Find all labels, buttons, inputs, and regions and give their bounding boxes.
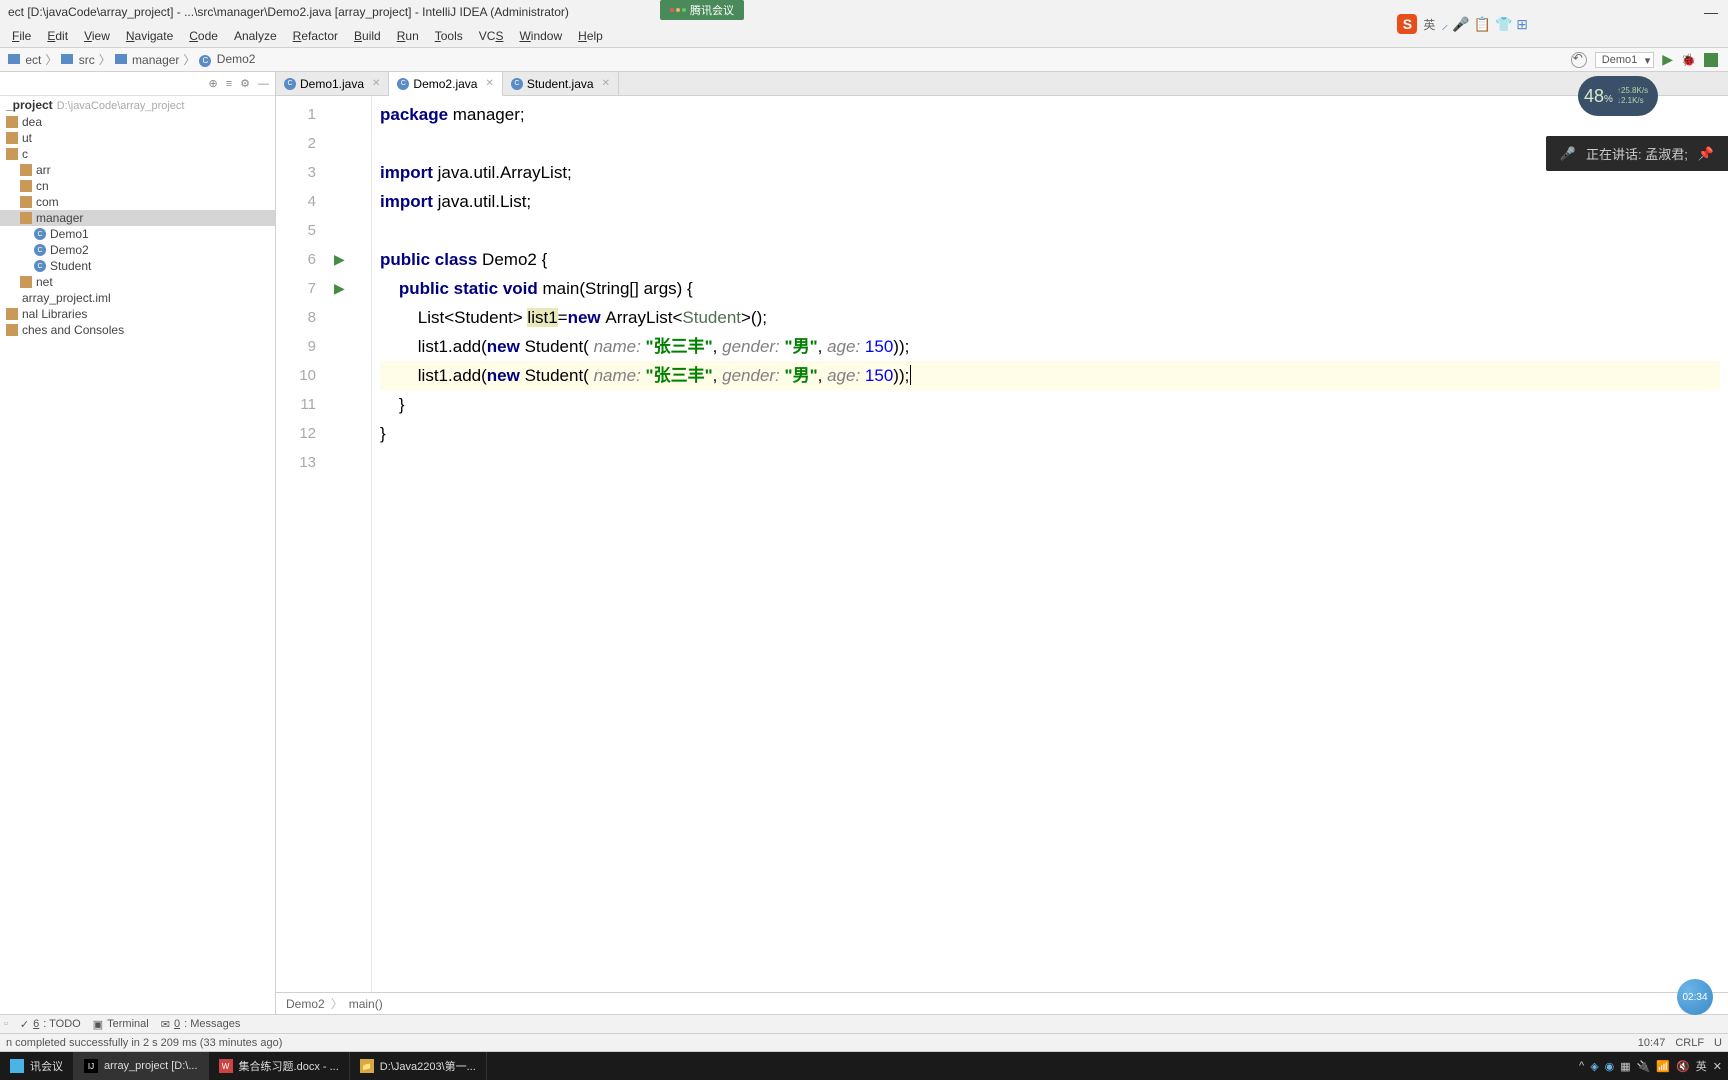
sogou-ime-bar[interactable]: S 英 ⸝ 🎤 📋 👕 ⊞ [1397, 14, 1528, 34]
nav-breadcrumbs[interactable]: ect〉 src〉 manager〉C Demo2 [6, 51, 257, 68]
editor-tab[interactable]: CStudent.java✕ [503, 72, 619, 95]
target-icon[interactable]: ⊕ [208, 77, 217, 90]
sidebar-toolbar: ⊕ ≡ ⚙ — [0, 72, 275, 96]
minimize-button[interactable]: — [1704, 4, 1718, 20]
menu-build[interactable]: Build [346, 27, 389, 45]
editor-area: CDemo1.java✕CDemo2.java✕CStudent.java✕ 1… [276, 72, 1728, 1014]
menu-help[interactable]: Help [570, 27, 611, 45]
tool-window-button[interactable]: ✓6: TODO [20, 1018, 81, 1031]
mic-icon: 🎤 [1560, 146, 1576, 162]
tree-item[interactable]: manager [0, 210, 275, 226]
tray-icon[interactable]: ▦ [1620, 1060, 1630, 1073]
editor-tabs: CDemo1.java✕CDemo2.java✕CStudent.java✕ [276, 72, 1728, 96]
tree-item[interactable]: arr [0, 162, 275, 178]
tree-item[interactable]: net [0, 274, 275, 290]
tree-item[interactable]: com [0, 194, 275, 210]
collapse-icon[interactable]: ≡ [226, 78, 232, 90]
menu-view[interactable]: View [76, 27, 118, 45]
tray-wifi-icon[interactable]: 📶 [1656, 1060, 1670, 1073]
tree-item[interactable]: nal Libraries [0, 306, 275, 322]
editor-breadcrumb[interactable]: Demo2〉main() [276, 992, 1728, 1014]
fold-gutter [356, 96, 372, 992]
tree-item[interactable]: c [0, 146, 275, 162]
menu-run[interactable]: Run [389, 27, 427, 45]
menu-refactor[interactable]: Refactor [285, 27, 346, 45]
run-config-select[interactable]: Demo1 [1595, 52, 1654, 68]
menu-edit[interactable]: Edit [39, 27, 76, 45]
status-message: n completed successfully in 2 s 209 ms (… [6, 1037, 282, 1049]
tree-item[interactable]: ut [0, 130, 275, 146]
taskbar-item[interactable]: 📁D:\Java2203\第一... [350, 1052, 487, 1080]
nav-crumb[interactable]: C Demo2 [199, 52, 255, 67]
cpu-monitor-overlay[interactable]: 48% ↑25.8K/s ↓2.1K/s [1578, 76, 1658, 116]
tool-window-button[interactable]: ▣Terminal [93, 1018, 149, 1031]
menu-vcs[interactable]: VCS [471, 27, 512, 45]
tree-item[interactable]: CDemo2 [0, 242, 275, 258]
tool-window-button[interactable]: ✉0: Messages [161, 1018, 241, 1031]
tray-icon[interactable]: ^ [1579, 1060, 1584, 1072]
editor-content[interactable]: 12345678910111213 ▶▶ package manager; im… [276, 96, 1728, 992]
main-area: ⊕ ≡ ⚙ — _project D:\javaCode\array_proje… [0, 72, 1728, 1014]
breadcrumb-item[interactable]: main() [349, 997, 383, 1011]
tree-item[interactable]: array_project.iml [0, 290, 275, 306]
tree-item[interactable]: dea [0, 114, 275, 130]
meeting-badge[interactable]: 腾讯会议 [660, 0, 744, 20]
nav-bar: ect〉 src〉 manager〉C Demo2 Demo1 ▶ 🐞 [0, 48, 1728, 72]
project-tree: deautcarrcncommanagerCDemo1CDemo2CStuden… [0, 114, 275, 338]
tray-volume-icon[interactable]: 🔇 [1676, 1060, 1690, 1073]
status-bar: n completed successfully in 2 s 209 ms (… [0, 1034, 1728, 1052]
taskbar-item[interactable]: 讯会议 [0, 1052, 74, 1080]
hide-icon[interactable]: — [258, 78, 269, 90]
time-bubble-overlay[interactable]: 02:34 [1677, 979, 1713, 1015]
speaking-overlay: 🎤 正在讲话: 孟淑君; 📌 [1546, 136, 1728, 171]
editor-tab[interactable]: CDemo2.java✕ [389, 72, 502, 96]
close-tab-icon[interactable]: ✕ [602, 78, 610, 89]
tray-icon[interactable]: 🔌 [1637, 1060, 1651, 1073]
project-sidebar: ⊕ ≡ ⚙ — _project D:\javaCode\array_proje… [0, 72, 276, 1014]
taskbar-item[interactable]: W集合练习题.docx - ... [209, 1052, 350, 1080]
tray-icon[interactable]: ◉ [1605, 1060, 1615, 1073]
project-root[interactable]: _project D:\javaCode\array_project [0, 96, 275, 114]
run-button[interactable]: ▶ [1662, 51, 1673, 68]
debug-button[interactable]: 🐞 [1681, 53, 1696, 67]
editor-tab[interactable]: CDemo1.java✕ [276, 72, 389, 95]
close-tab-icon[interactable]: ✕ [372, 78, 380, 89]
tree-item[interactable]: CStudent [0, 258, 275, 274]
tree-item[interactable]: CDemo1 [0, 226, 275, 242]
menu-navigate[interactable]: Navigate [118, 27, 181, 45]
tray-shield-icon[interactable]: ◈ [1590, 1060, 1598, 1073]
run-history-icon[interactable] [1571, 52, 1587, 68]
menu-window[interactable]: Window [511, 27, 570, 45]
system-tray[interactable]: ^ ◈ ◉ ▦ 🔌 📶 🔇 英 ✕ [1579, 1058, 1722, 1074]
nav-crumb[interactable]: ect [8, 53, 41, 67]
tool-window-bar: ▫✓6: TODO▣Terminal✉0: Messages [0, 1014, 1728, 1034]
tree-item[interactable]: ches and Consoles [0, 322, 275, 338]
sogou-icon: S [1397, 14, 1417, 34]
tree-item[interactable]: cn [0, 178, 275, 194]
menu-analyze[interactable]: Analyze [226, 27, 285, 45]
breadcrumb-item[interactable]: Demo2 [286, 997, 325, 1011]
tray-ime-icon[interactable]: 英 [1696, 1058, 1707, 1074]
line-gutter: 12345678910111213 [276, 96, 328, 992]
coverage-button[interactable] [1704, 53, 1718, 67]
settings-icon[interactable]: ⚙ [240, 77, 250, 90]
code-area[interactable]: package manager; import java.util.ArrayL… [372, 96, 1728, 992]
tray-close-icon[interactable]: ✕ [1713, 1060, 1722, 1073]
menu-file[interactable]: File [4, 27, 39, 45]
windows-taskbar: 讯会议IJarray_project [D:\...W集合练习题.docx - … [0, 1052, 1728, 1080]
run-controls: Demo1 ▶ 🐞 [1571, 51, 1718, 68]
nav-crumb[interactable]: src [61, 53, 94, 67]
menu-tools[interactable]: Tools [427, 27, 471, 45]
pin-icon[interactable]: 📌 [1698, 146, 1714, 162]
menu-code[interactable]: Code [181, 27, 226, 45]
status-right: 10:47CRLFU [1638, 1037, 1722, 1049]
nav-crumb[interactable]: manager [115, 53, 180, 67]
close-tab-icon[interactable]: ✕ [485, 78, 493, 89]
gutter-marks: ▶▶ [328, 96, 356, 992]
taskbar-item[interactable]: IJarray_project [D:\... [74, 1052, 209, 1080]
